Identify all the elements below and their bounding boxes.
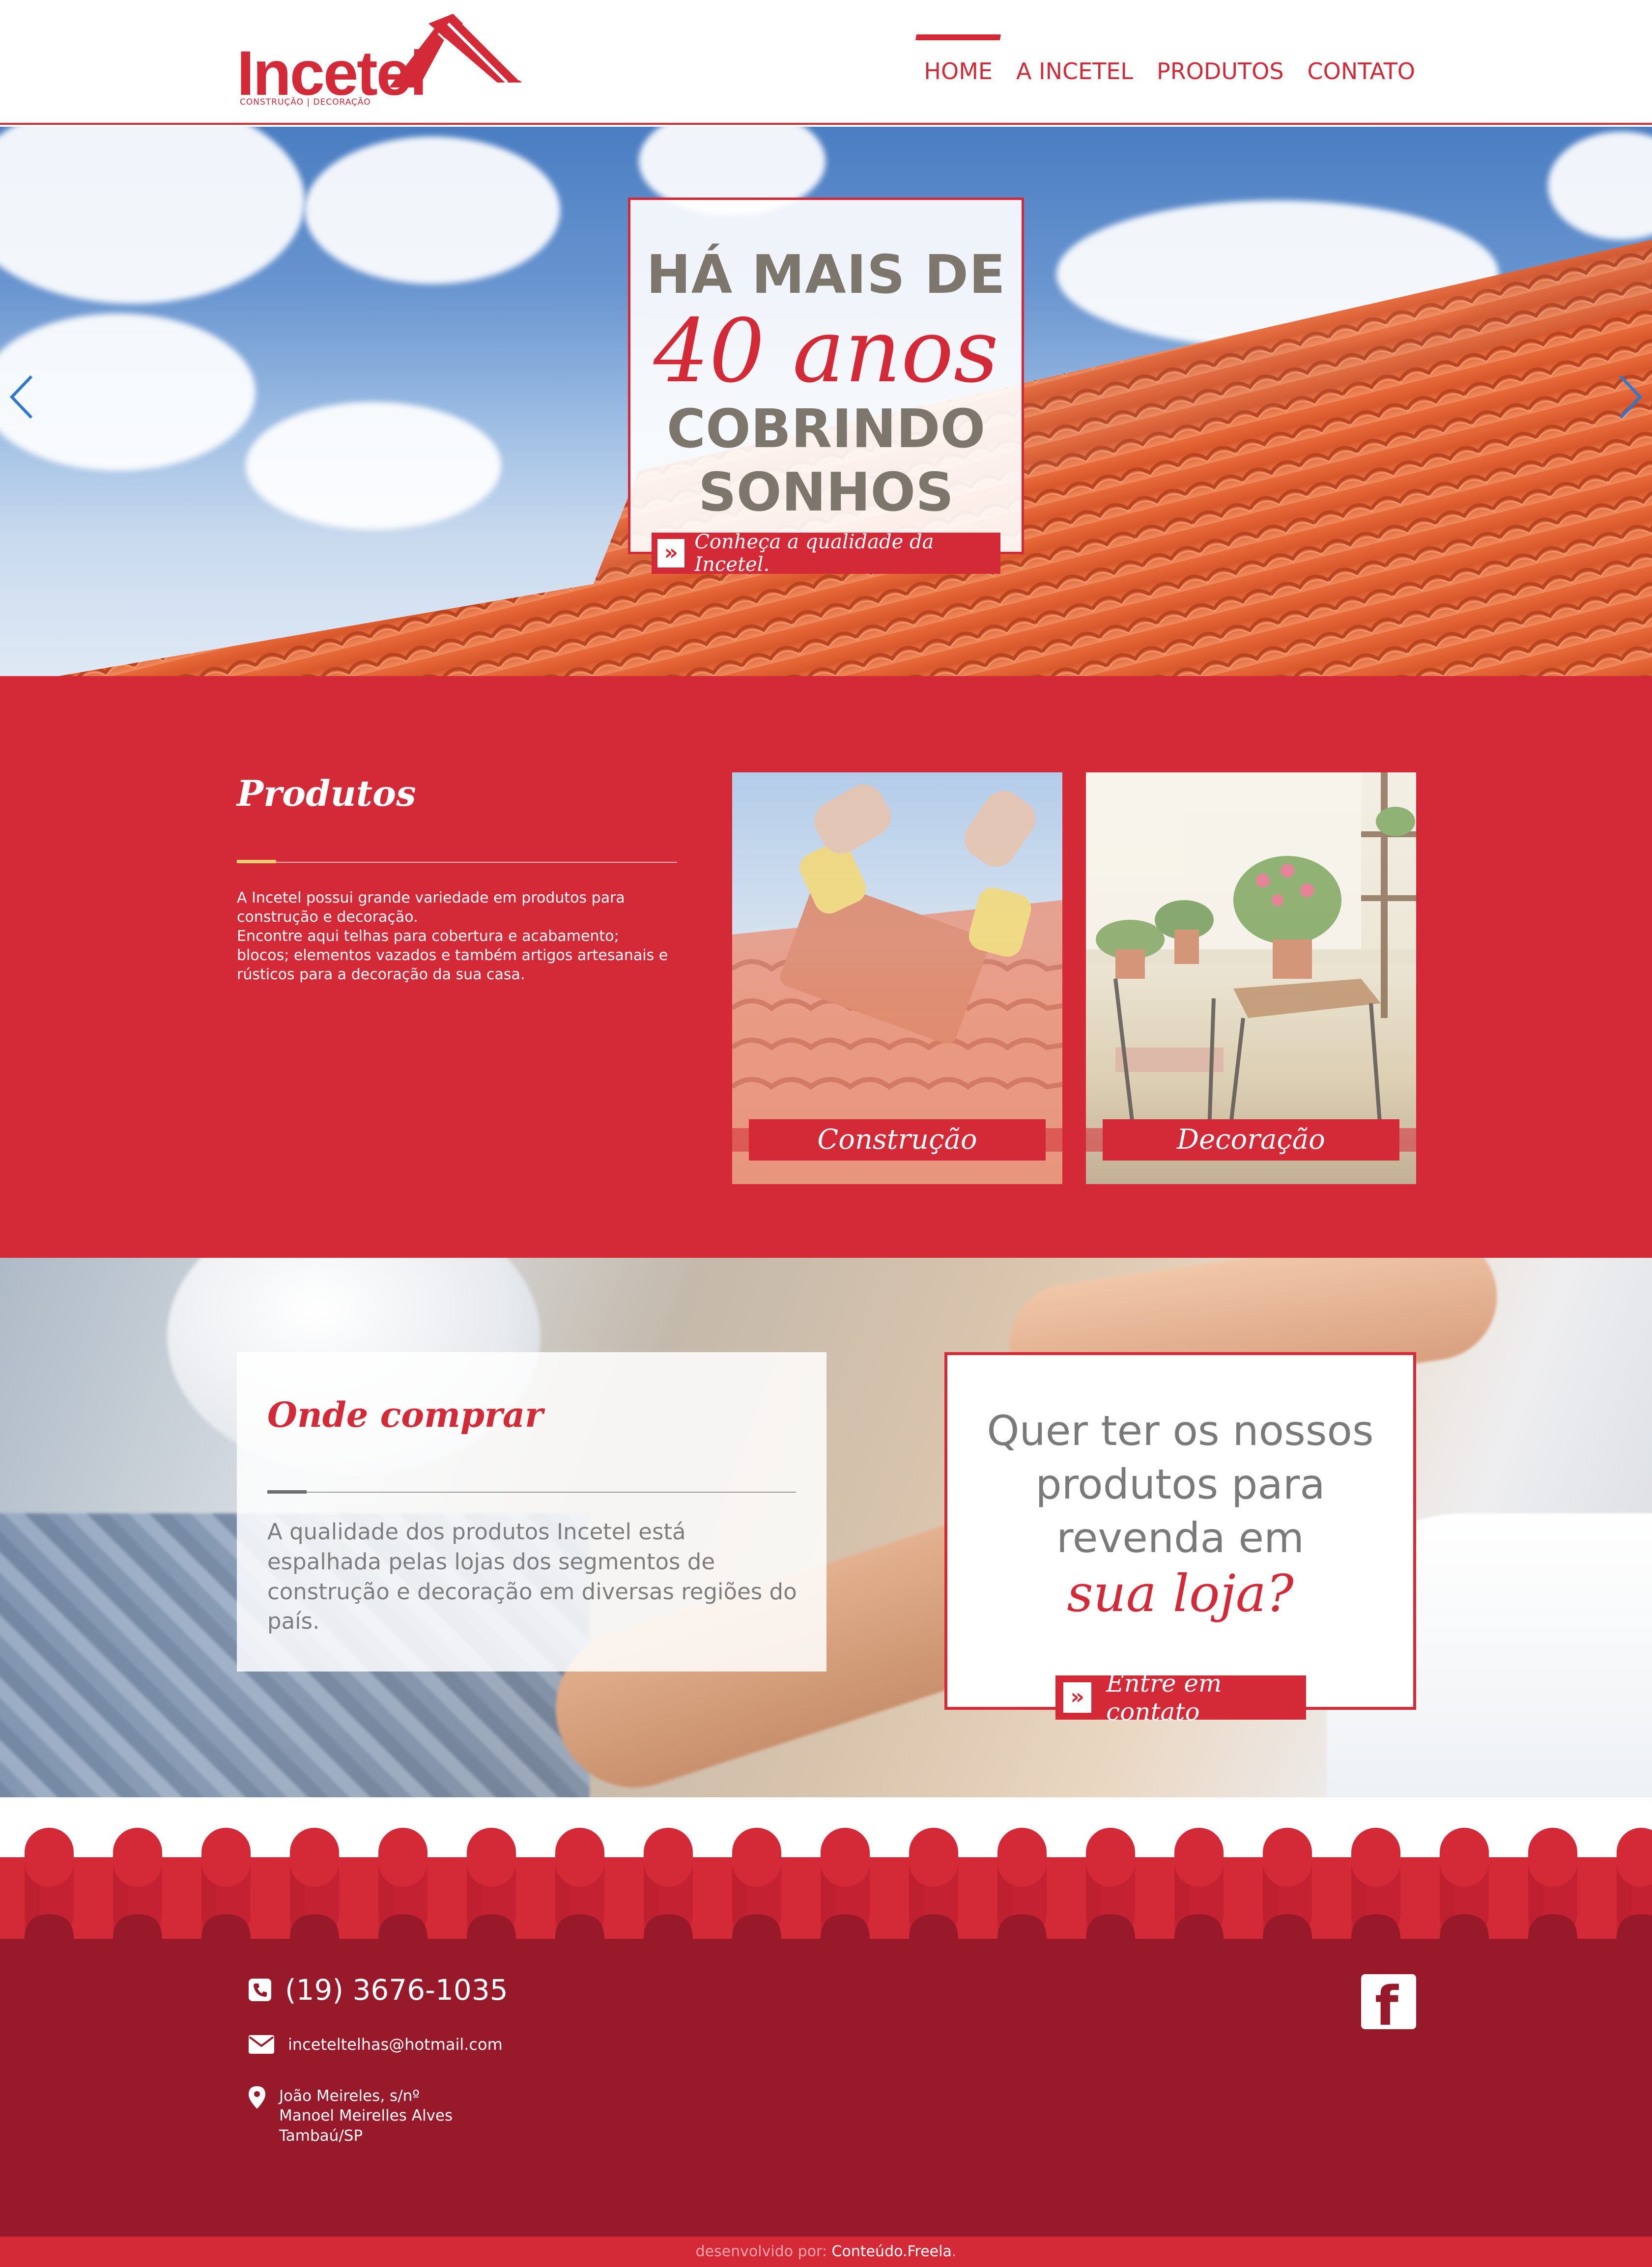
onde-comprar-text: A qualidade dos produtos Incetel está es…	[267, 1519, 797, 1635]
card-construcao[interactable]: Construção	[732, 772, 1062, 1184]
roof-tile-top	[1440, 1828, 1489, 1887]
card-label-decoracao: Decoração	[1103, 1119, 1399, 1161]
logo-wordmark: Incetel	[237, 38, 427, 109]
hero-line-1: HÁ MAIS DE	[646, 244, 1006, 306]
roof-tile-top	[467, 1828, 516, 1887]
produtos-section: Produtos A Incetel possui grande varieda…	[0, 676, 1652, 1258]
incetel-logo[interactable]: Incetel CONSTRUÇÃO | DECORAÇÃO	[237, 14, 522, 117]
phone-number[interactable]: (19) 3676-1035	[285, 1973, 508, 2007]
divider-accent	[267, 1490, 307, 1494]
double-chevron-right-icon: »	[657, 539, 685, 567]
revenda-accent: sua loja?	[1067, 1563, 1294, 1623]
roof-tile-top	[821, 1828, 870, 1887]
address-line: Manoel Meirelles Alves	[279, 2107, 453, 2125]
produtos-paragraph-1: A Incetel possui grande variedade em pro…	[237, 889, 625, 926]
logo-tagline: CONSTRUÇÃO | DECORAÇÃO	[240, 97, 371, 107]
roof-tile-top	[201, 1828, 251, 1887]
roof-tile-top	[25, 1828, 74, 1887]
map-pin-icon	[249, 2086, 265, 2109]
hero-headline-box: HÁ MAIS DE 40 anos COBRINDO SONHOS	[628, 198, 1024, 554]
roof-tile-top	[1263, 1828, 1312, 1887]
phone-row: (19) 3676-1035	[249, 1973, 508, 2007]
credits-prefix: desenvolvido por:	[695, 2243, 827, 2260]
entre-em-contato-button[interactable]: » Entre em contato	[1055, 1669, 1306, 1726]
hero-line-3b: SONHOS	[698, 462, 954, 524]
hero-line-3a: COBRINDO	[666, 398, 986, 460]
chevron-right-icon	[1619, 375, 1643, 419]
double-chevron-right-icon: »	[1063, 1682, 1092, 1713]
roof-tile-top	[113, 1828, 162, 1887]
revenda-box: Quer ter os nossos produtos para revenda…	[944, 1352, 1416, 1710]
address-lines: João Meireles, s/nº Manoel Meirelles Alv…	[279, 2086, 453, 2146]
nav-a-incetel[interactable]: A INCETEL	[1016, 58, 1133, 85]
slider-prev-arrow[interactable]	[7, 372, 36, 422]
address-line: Tambaú/SP	[279, 2126, 363, 2145]
revenda-cta-label: Entre em contato	[1106, 1669, 1222, 1726]
roof-tile-top	[732, 1828, 781, 1887]
address-line: João Meireles, s/nº	[279, 2087, 420, 2105]
roof-tile-top	[997, 1828, 1047, 1887]
roof-tile-top	[555, 1828, 604, 1887]
phone-icon	[249, 1979, 271, 2001]
divider	[237, 862, 677, 863]
onde-comprar-title: Onde comprar	[267, 1394, 543, 1435]
hero-line-2: 40 anos	[653, 300, 999, 402]
roof-tile-top	[1086, 1828, 1135, 1887]
facebook-link[interactable]: f	[1361, 1974, 1416, 2033]
nav-home[interactable]: HOME	[924, 58, 993, 85]
site-header: Incetel CONSTRUÇÃO | DECORAÇÃO HOME A IN…	[0, 0, 1652, 125]
onde-comprar-box: Onde comprar A qualidade dos produtos In…	[237, 1352, 826, 1672]
roof-tile-top	[1351, 1828, 1400, 1887]
site-footer: (19) 3676-1035 inceteltelhas@hotmail.com…	[0, 1939, 1652, 2237]
divider-accent	[237, 860, 276, 863]
produtos-title: Produtos	[237, 772, 416, 814]
nav-produtos[interactable]: PRODUTOS	[1157, 58, 1284, 85]
credits-bar: desenvolvido por: Conteúdo.Freela.	[0, 2237, 1652, 2267]
card-decoracao[interactable]: Decoração	[1086, 772, 1416, 1184]
roof-tile-top	[1528, 1828, 1577, 1887]
email-address[interactable]: inceteltelhas@hotmail.com	[288, 2035, 503, 2054]
chevron-left-icon	[9, 375, 33, 419]
email-row: inceteltelhas@hotmail.com	[249, 2035, 503, 2054]
main-nav: HOME A INCETEL PRODUTOS CONTATO	[924, 58, 1415, 85]
slider-next-arrow[interactable]	[1616, 372, 1645, 422]
roof-tile-top	[909, 1828, 958, 1887]
roof-tile-top	[644, 1828, 693, 1887]
roof-tile-top	[378, 1828, 427, 1887]
produtos-description: A Incetel possui grande variedade em pro…	[237, 888, 669, 984]
nav-contato[interactable]: CONTATO	[1308, 58, 1415, 85]
card-label-construcao: Construção	[749, 1119, 1046, 1161]
revenda-line-3: revenda em	[1056, 1514, 1304, 1562]
roof-tile-band	[0, 1828, 1652, 1939]
facebook-icon: f	[1375, 1975, 1398, 2038]
divider	[267, 1492, 796, 1493]
address-row: João Meireles, s/nº Manoel Meirelles Alv…	[249, 2086, 453, 2146]
envelope-icon	[249, 2035, 274, 2054]
roof-tile-top	[290, 1828, 339, 1887]
produtos-paragraph-2: Encontre aqui telhas para cobertura e ac…	[237, 928, 668, 983]
hero-cta-label: Conheça a qualidade da Incetel.	[694, 531, 934, 576]
revenda-line-1: Quer ter os nossos	[987, 1407, 1374, 1455]
credits-name[interactable]: Conteúdo.Freela	[832, 2243, 952, 2260]
roof-tile-top	[1174, 1828, 1224, 1887]
credits-suffix: .	[951, 2243, 957, 2260]
revenda-text: Quer ter os nossos produtos para revenda…	[947, 1404, 1413, 1565]
revenda-line-2: produtos para	[1035, 1460, 1325, 1509]
hero-cta-button[interactable]: » Conheça a qualidade da Incetel.	[652, 531, 1000, 576]
onde-comprar-section: Onde comprar A qualidade dos produtos In…	[0, 1258, 1652, 1797]
